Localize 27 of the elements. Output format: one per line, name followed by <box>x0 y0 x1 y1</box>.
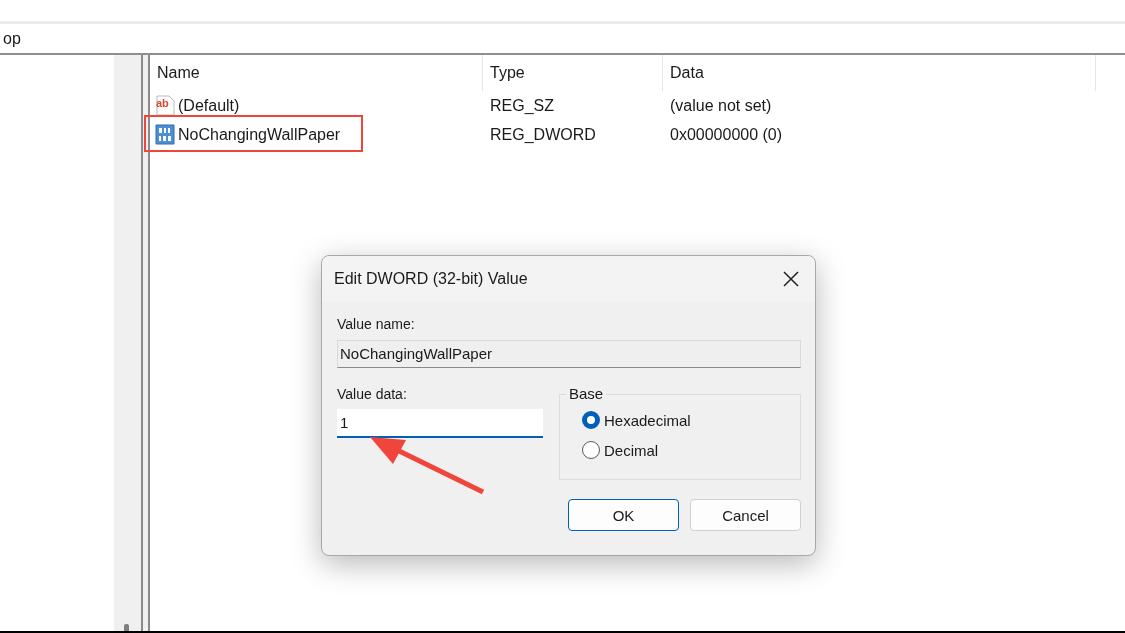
field-label: Value name: <box>337 316 416 332</box>
value-data-field[interactable]: 1 <box>337 409 543 438</box>
address-text: op <box>3 29 21 48</box>
value-type: REG_SZ <box>489 96 555 115</box>
splitter[interactable] <box>143 55 150 631</box>
value-name[interactable]: NoChangingWallPaper <box>178 125 341 144</box>
close-icon <box>783 271 799 287</box>
ok-button[interactable]: OK <box>568 499 679 531</box>
value-data: 0x00000000 (0) <box>669 125 784 144</box>
column-header[interactable]: Name <box>150 55 483 91</box>
value-data: (value not set) <box>669 96 773 115</box>
dialog-title: Edit DWORD (32-bit) Value <box>334 270 528 288</box>
radio-label[interactable]: Decimal <box>604 441 659 459</box>
radio-button[interactable] <box>582 411 600 429</box>
value-name[interactable]: (Default) <box>178 96 240 115</box>
column-header[interactable]: Type <box>483 55 663 91</box>
radio-button[interactable] <box>582 441 600 459</box>
radio-label[interactable]: Hexadecimal <box>604 411 691 429</box>
binary-value-icon <box>155 124 175 145</box>
value-type: REG_DWORD <box>489 125 597 144</box>
scrollbar-thumb[interactable] <box>124 624 129 631</box>
cancel-button[interactable]: Cancel <box>690 499 801 531</box>
value-name-field: NoChangingWallPaper <box>337 340 801 368</box>
field-label: Value data: <box>337 386 408 402</box>
scrollbar[interactable] <box>114 55 143 631</box>
column-header[interactable]: Data <box>663 55 1096 91</box>
icon-label: ab <box>156 97 169 109</box>
